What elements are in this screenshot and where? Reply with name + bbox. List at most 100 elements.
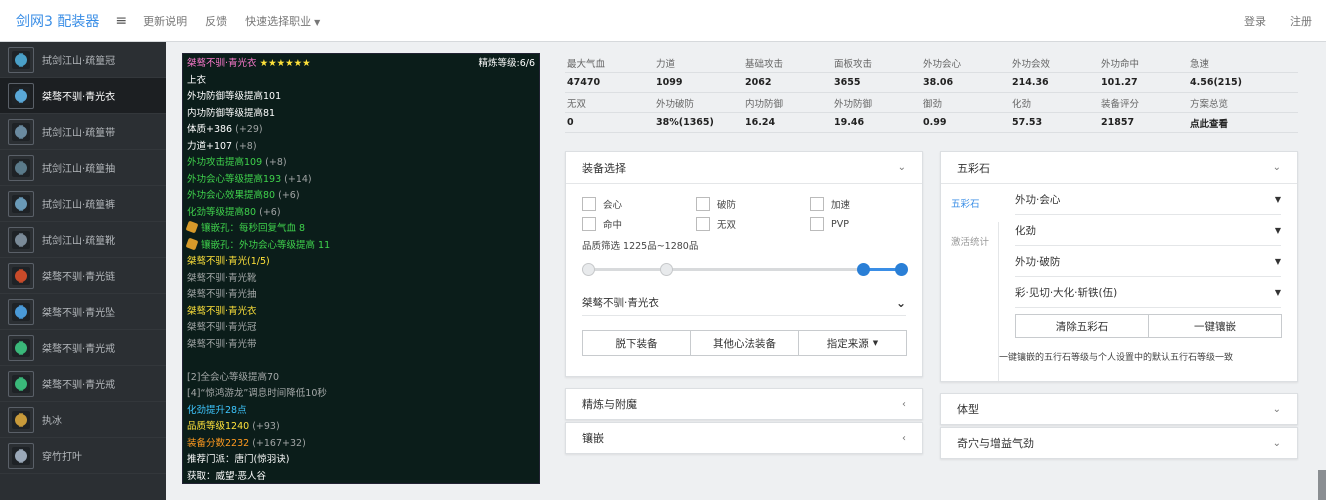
quick-select-label: 快速选择职业 — [245, 14, 312, 28]
caret-down-icon: ▼ — [1274, 287, 1281, 297]
login-link[interactable]: 登录 — [1244, 13, 1266, 29]
other-mental-equip-button[interactable]: 其他心法装备 — [690, 330, 799, 356]
filter-checkbox[interactable]: 命中 — [582, 216, 696, 232]
qixue-panel[interactable]: 奇穴与增益气劲 ⌄ — [940, 427, 1298, 459]
slider-knob-high[interactable] — [895, 263, 908, 276]
equipment-sidebar: 拭剑江山·疏篁冠桀骜不驯·青光衣 拭剑江山·疏篁带 拭剑江山·疏篁抽拭剑江山·疏篁裤… — [0, 42, 166, 500]
sidebar-item[interactable]: 桀骜不驯·青光戒 — [0, 330, 166, 366]
stat-value: 4.56(215) — [1190, 77, 1242, 88]
nav-link-changelog[interactable]: 更新说明 — [143, 13, 187, 29]
stat-label: 外功破防 — [656, 98, 695, 110]
sidebar-item[interactable]: 拭剑江山·疏篁带 — [0, 114, 166, 150]
slider-knob[interactable] — [660, 263, 674, 276]
stat-value: 0.99 — [923, 117, 947, 128]
sidebar-item-label: 桀骜不驯·青光戒 — [42, 380, 116, 391]
qixue-header[interactable]: 奇穴与增益气劲 ⌄ — [941, 428, 1297, 458]
caret-down-icon: ▼ — [872, 339, 879, 347]
filter-checkbox[interactable]: 加速 — [810, 196, 924, 212]
clear-stones-button[interactable]: 清除五彩石 — [1015, 314, 1149, 338]
body-type-panel[interactable]: 体型 ⌄ — [940, 393, 1298, 425]
checkbox-box[interactable] — [582, 197, 596, 211]
inlay-slot-line: 镶嵌孔：外功会心等级提高 11 — [185, 237, 535, 255]
sidebar-item-label: 执冰 — [42, 416, 62, 427]
stat-label: 急速 — [1190, 58, 1210, 70]
filter-checkbox[interactable]: PVP — [810, 216, 924, 232]
gem-select[interactable]: 外功·会心 ▼ — [1015, 184, 1281, 215]
tab-activation-stats[interactable]: 激活统计 — [941, 222, 998, 260]
filter-checkbox[interactable]: 无双 — [696, 216, 810, 232]
sidebar-item[interactable]: 拭剑江山·疏篁裤 — [0, 186, 166, 222]
stat-value[interactable]: 点此查看 — [1188, 116, 1277, 130]
filter-checkbox[interactable]: 会心 — [582, 196, 696, 212]
chest-armor-icon — [8, 82, 34, 109]
sidebar-item-label: 桀骜不驯·青光戒 — [42, 344, 116, 355]
inlay-slot-line: 镶嵌孔：每秒回复气血 8 — [185, 220, 535, 238]
checkbox-label: 破防 — [717, 200, 737, 211]
sidebar-item[interactable]: 桀骜不驯·青光链 — [0, 258, 166, 294]
inlay-header[interactable]: 镶嵌 ‹ — [566, 423, 922, 453]
chevron-left-icon: ‹ — [902, 398, 906, 410]
sidebar-item[interactable]: 拭剑江山·疏篁靴 — [0, 222, 166, 258]
refine-enchant-panel[interactable]: 精炼与附魔 ‹ — [565, 388, 923, 420]
checkbox-box[interactable] — [810, 197, 824, 211]
gem-select[interactable]: 彩·见切·大化·斩铁(伍) ▼ — [1015, 277, 1281, 308]
set-bonus-line: [2]全会心等级提高70 — [187, 371, 280, 383]
stat-label: 最大气血 — [567, 58, 606, 70]
menu-toggle-icon[interactable]: ≡ — [115, 13, 127, 29]
panel-title: 五彩石 — [957, 161, 990, 175]
set-name: 桀骜不驯·青光(1/5) — [187, 256, 270, 267]
sidebar-item[interactable]: 拭剑江山·疏篁冠 — [0, 42, 166, 78]
checkbox-box[interactable] — [696, 197, 710, 211]
checkbox-box[interactable] — [810, 217, 824, 231]
selected-equip: 桀骜不驯·青光衣 — [582, 297, 659, 309]
checkbox-label: 无双 — [717, 220, 737, 231]
scrollbar-thumb[interactable] — [1318, 470, 1326, 500]
sidebar-item-label: 拭剑江山·疏篁冠 — [42, 56, 116, 67]
stat-label: 外功防御 — [834, 98, 873, 110]
checkbox-box[interactable] — [582, 217, 596, 231]
stat-label: 内功防御 — [745, 98, 784, 110]
slider-knob-low[interactable] — [857, 263, 871, 276]
nav-right: 登录 注册 — [1234, 13, 1326, 29]
sidebar-item[interactable]: 桀骜不驯·青光戒 — [0, 366, 166, 402]
caret-down-icon: ▼ — [314, 17, 321, 27]
brand-logo[interactable]: 剑网3 配装器 — [16, 11, 99, 31]
item-tooltip: 桀骜不驯·青光衣 ★★★★★★ 精炼等级:6/6 上衣 外功防御等级提高101 … — [182, 53, 540, 484]
chevron-down-icon: ⌄ — [1272, 437, 1281, 449]
inlay-panel[interactable]: 镶嵌 ‹ — [565, 422, 923, 454]
quality-slider[interactable] — [582, 262, 908, 276]
nav-link-feedback[interactable]: 反馈 — [205, 13, 227, 29]
chevron-left-icon: ‹ — [902, 432, 906, 444]
sidebar-item[interactable]: 穿竹打叶 — [0, 438, 166, 474]
boots-icon — [8, 226, 34, 253]
item-slot: 上衣 — [187, 74, 207, 86]
sidebar-item-label: 拭剑江山·疏篁裤 — [42, 200, 116, 211]
green-attr-line: 外功会心等级提高193 (+14) — [187, 173, 312, 185]
gem-select[interactable]: 外功·破防 ▼ — [1015, 246, 1281, 277]
slider-knob[interactable] — [582, 263, 595, 276]
sidebar-item[interactable]: 执冰 — [0, 402, 166, 438]
refine-header[interactable]: 精炼与附魔 ‹ — [566, 389, 922, 419]
green-attr-line: 化劲等级提高80 (+6) — [187, 206, 281, 218]
body-type-header[interactable]: 体型 ⌄ — [941, 394, 1297, 424]
filter-checkbox[interactable]: 破防 — [696, 196, 810, 212]
equip-select-header[interactable]: 装备选择 ⌄ — [566, 152, 922, 184]
register-link[interactable]: 注册 — [1290, 13, 1312, 29]
sidebar-item[interactable]: 桀骜不驯·青光坠 — [0, 294, 166, 330]
specify-source-button[interactable]: 指定来源 ▼ — [798, 330, 907, 356]
gems-header[interactable]: 五彩石 ⌄ — [941, 152, 1297, 184]
sidebar-item[interactable]: 拭剑江山·疏篁抽 — [0, 150, 166, 186]
sidebar-item[interactable]: 桀骜不驯·青光衣 — [0, 78, 166, 114]
tab-colorful-stone[interactable]: 五彩石 — [941, 184, 999, 222]
checkbox-box[interactable] — [696, 217, 710, 231]
chevron-down-icon: ⌄ — [1272, 162, 1281, 173]
recommend-line: 推荐门派：唐门(惊羽诀) — [187, 454, 290, 465]
stat-label: 化劲 — [1012, 98, 1032, 110]
unequip-button[interactable]: 脱下装备 — [582, 330, 691, 356]
necklace-icon — [8, 262, 34, 289]
gem-select[interactable]: 化劲 ▼ — [1015, 215, 1281, 246]
quick-select-class-dropdown[interactable]: 快速选择职业 ▼ — [245, 13, 320, 29]
huajin-line: 化劲提升28点 — [187, 404, 247, 416]
inlay-all-button[interactable]: 一键镶嵌 — [1148, 314, 1282, 338]
equip-dropdown[interactable]: 桀骜不驯·青光衣 ⌄ — [582, 290, 906, 316]
